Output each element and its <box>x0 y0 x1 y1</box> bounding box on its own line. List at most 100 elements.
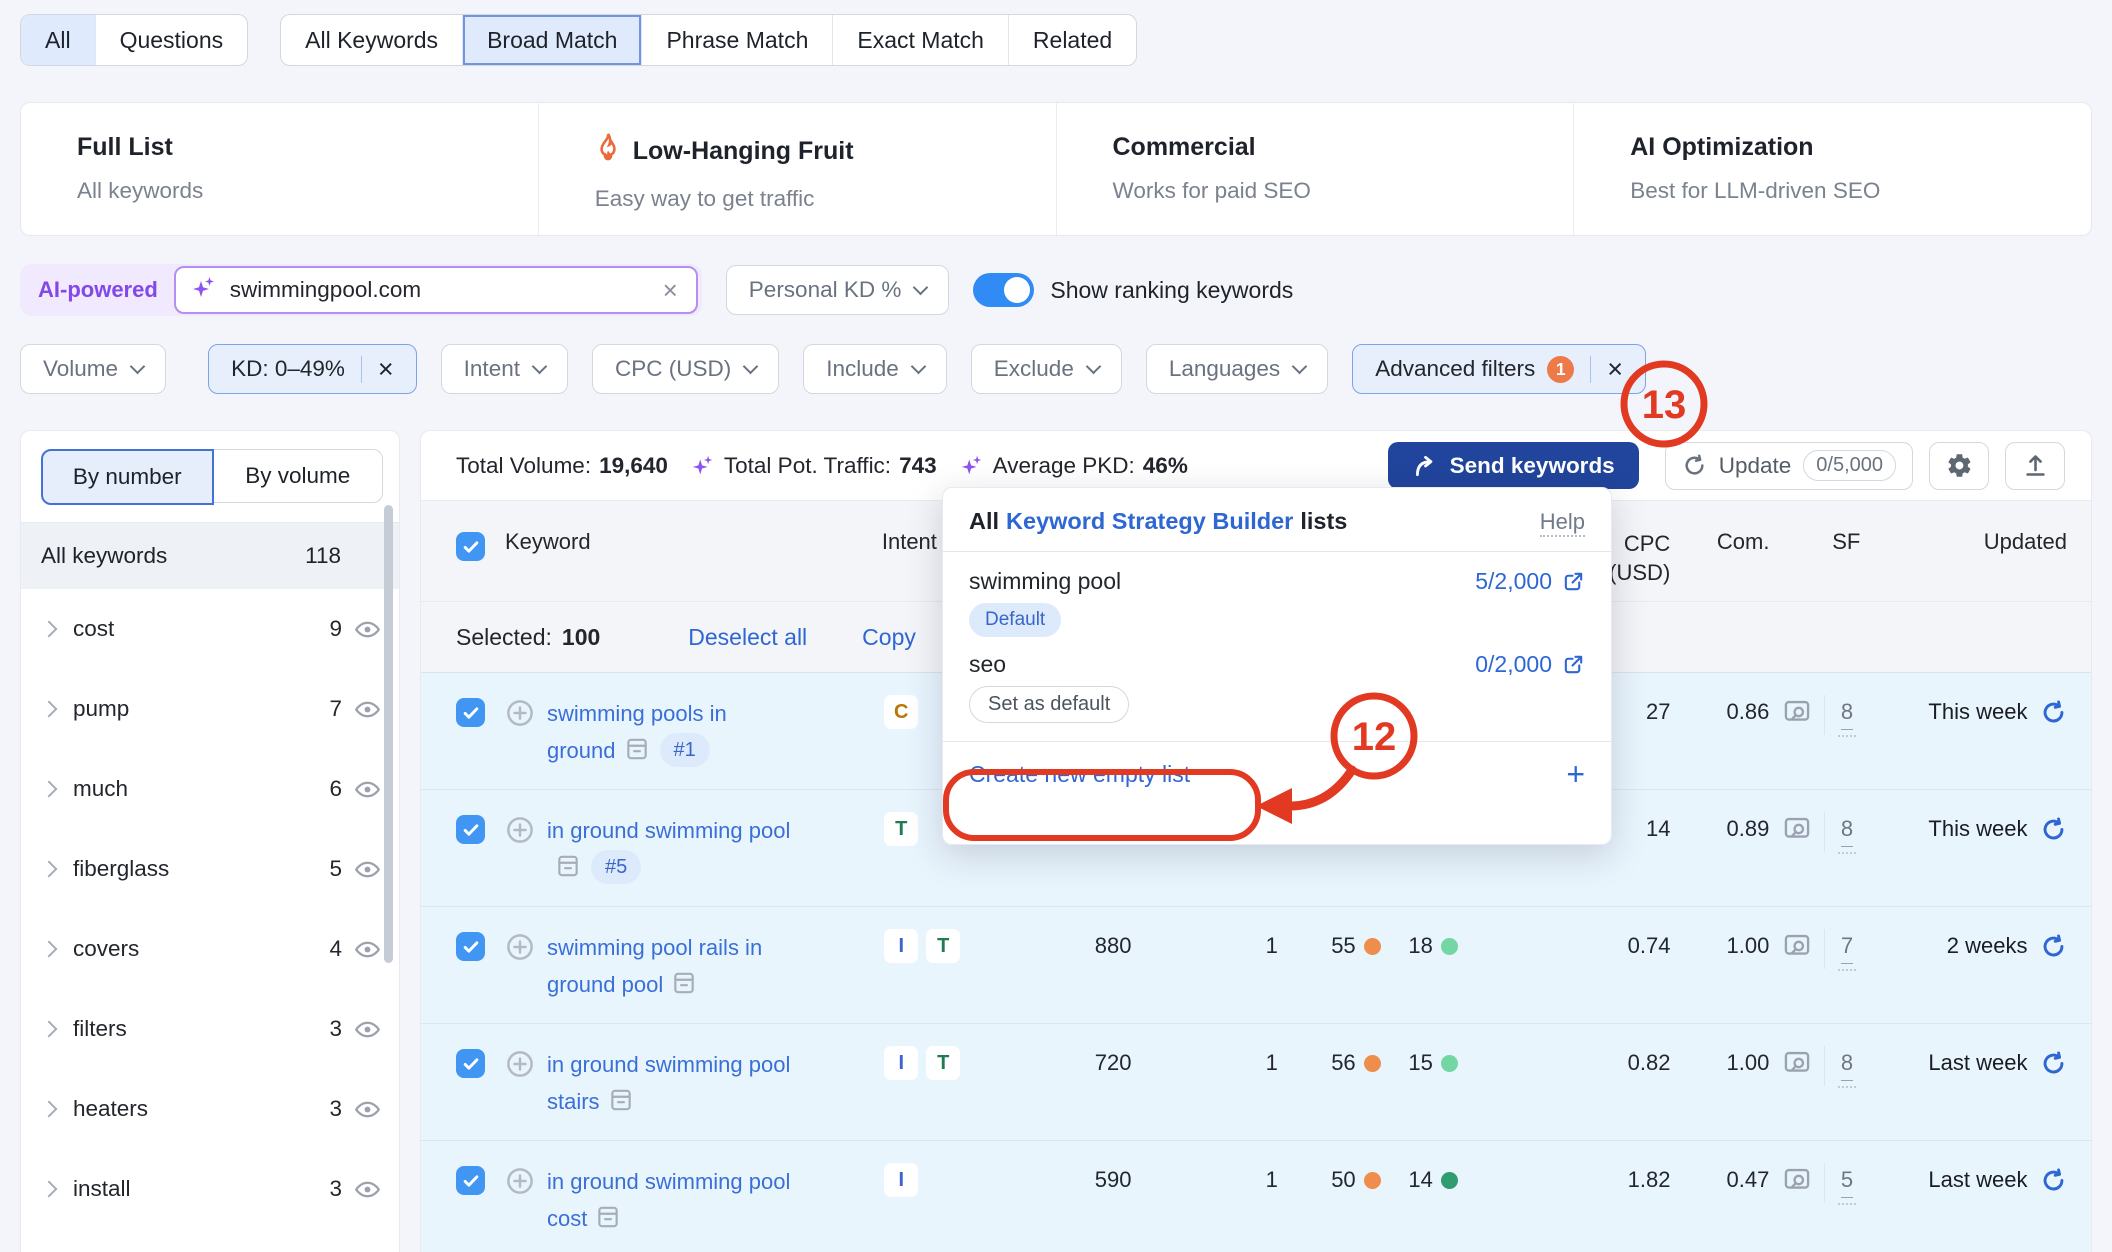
add-to-list-icon[interactable] <box>505 1049 535 1089</box>
list-quota-link[interactable]: 0/2,000 <box>1475 651 1585 678</box>
export-button[interactable] <box>2005 442 2065 490</box>
eye-icon[interactable] <box>354 936 381 963</box>
row-checkbox[interactable] <box>456 1049 485 1078</box>
group-item-fiberglass[interactable]: fiberglass5 <box>21 829 399 909</box>
group-item-covers[interactable]: covers4 <box>21 909 399 989</box>
header-keyword[interactable]: Keyword <box>505 529 882 555</box>
clear-search-icon[interactable]: × <box>659 275 682 306</box>
intent-badge[interactable]: T <box>926 1046 960 1080</box>
tab-all[interactable]: All <box>21 15 95 65</box>
group-item-kit[interactable]: kit3 <box>21 1229 399 1252</box>
eye-icon[interactable] <box>354 1016 381 1043</box>
send-keywords-button[interactable]: Send keywords <box>1388 442 1639 489</box>
card-full-list[interactable]: Full List All keywords <box>21 103 538 235</box>
help-link[interactable]: Help <box>1540 509 1585 537</box>
refresh-row-icon[interactable] <box>2027 695 2067 726</box>
eye-icon[interactable] <box>354 1096 381 1123</box>
sf-value[interactable]: 8 <box>1841 695 1853 730</box>
group-item-install[interactable]: install3 <box>21 1149 399 1229</box>
tab-questions[interactable]: Questions <box>95 15 248 65</box>
row-checkbox[interactable] <box>456 698 485 727</box>
keyword-link[interactable]: in ground swimming pool stairs <box>547 1052 790 1114</box>
row-checkbox[interactable] <box>456 1166 485 1195</box>
header-com[interactable]: Com. <box>1670 529 1769 555</box>
search-input[interactable]: swimmingpool.com × <box>174 266 698 314</box>
intent-badge[interactable]: I <box>884 1046 918 1080</box>
sf-value[interactable]: 8 <box>1841 812 1853 847</box>
filter-volume[interactable]: Volume <box>20 344 166 394</box>
filter-languages[interactable]: Languages <box>1146 344 1328 394</box>
select-all-checkbox[interactable] <box>456 532 485 561</box>
tab-related[interactable]: Related <box>1008 15 1136 65</box>
tab-exact-match[interactable]: Exact Match <box>832 15 1008 65</box>
keyword-link[interactable]: in ground swimming pool cost <box>547 1169 790 1231</box>
tab-by-volume[interactable]: By volume <box>214 449 384 503</box>
update-button[interactable]: Update 0/5,000 <box>1665 442 1913 490</box>
keyword-link[interactable]: swimming pool rails in ground pool <box>547 935 762 997</box>
ksb-link[interactable]: Keyword Strategy Builder <box>1006 508 1293 535</box>
serp-analysis-icon[interactable] <box>1769 1163 1823 1194</box>
serp-card-icon[interactable] <box>624 736 650 773</box>
serp-analysis-icon[interactable] <box>1769 929 1823 960</box>
eye-icon[interactable] <box>354 696 381 723</box>
all-keywords-row[interactable]: All keywords 118 <box>21 523 399 589</box>
list-item[interactable]: seo 0/2,000 <box>969 651 1585 678</box>
filter-intent[interactable]: Intent <box>441 344 568 394</box>
sf-value[interactable]: 7 <box>1841 929 1853 964</box>
add-to-list-icon[interactable] <box>505 932 535 972</box>
eye-icon[interactable] <box>354 856 381 883</box>
serp-analysis-icon[interactable] <box>1769 812 1823 843</box>
group-item-pump[interactable]: pump7 <box>21 669 399 749</box>
serp-analysis-icon[interactable] <box>1769 1046 1823 1077</box>
ranking-keywords-toggle[interactable] <box>973 273 1034 307</box>
card-commercial[interactable]: Commercial Works for paid SEO <box>1056 103 1574 235</box>
group-item-heaters[interactable]: heaters3 <box>21 1069 399 1149</box>
eye-icon[interactable] <box>354 776 381 803</box>
serp-analysis-icon[interactable] <box>1769 695 1823 726</box>
eye-icon[interactable] <box>354 1176 381 1203</box>
refresh-row-icon[interactable] <box>2027 1046 2067 1077</box>
add-to-list-icon[interactable] <box>505 698 535 738</box>
intent-badge[interactable]: T <box>926 929 960 963</box>
create-new-empty-list-link[interactable]: Create new empty list <box>969 761 1190 788</box>
tab-broad-match[interactable]: Broad Match <box>462 15 641 65</box>
add-to-list-icon[interactable] <box>505 1166 535 1206</box>
intent-badge[interactable]: I <box>884 929 918 963</box>
group-item-much[interactable]: much6 <box>21 749 399 829</box>
eye-icon[interactable] <box>354 616 381 643</box>
tab-by-number[interactable]: By number <box>41 449 214 505</box>
group-item-cost[interactable]: cost9 <box>21 589 399 669</box>
remove-advanced-filters-icon[interactable]: × <box>1590 356 1623 383</box>
serp-card-icon[interactable] <box>671 970 697 1007</box>
filter-cpc[interactable]: CPC (USD) <box>592 344 779 394</box>
keyword-link[interactable]: in ground swimming pool <box>547 818 790 843</box>
sf-value[interactable]: 8 <box>1841 1046 1853 1081</box>
intent-badge[interactable]: I <box>884 1163 918 1197</box>
group-item-filters[interactable]: filters3 <box>21 989 399 1069</box>
row-checkbox[interactable] <box>456 932 485 961</box>
sf-value[interactable]: 5 <box>1841 1163 1853 1198</box>
card-low-hanging-fruit[interactable]: Low-Hanging Fruit Easy way to get traffi… <box>538 103 1056 235</box>
filter-kd[interactable]: KD: 0–49%× <box>208 344 417 394</box>
row-checkbox[interactable] <box>456 815 485 844</box>
list-item[interactable]: swimming pool 5/2,000 <box>969 568 1585 595</box>
deselect-all-link[interactable]: Deselect all <box>688 624 807 651</box>
set-as-default-button[interactable]: Set as default <box>969 686 1129 723</box>
refresh-row-icon[interactable] <box>2027 929 2067 960</box>
card-ai-optimization[interactable]: AI Optimization Best for LLM-driven SEO <box>1573 103 2091 235</box>
serp-card-icon[interactable] <box>555 853 581 890</box>
add-to-list-icon[interactable] <box>505 815 535 855</box>
personal-kd-select[interactable]: Personal KD % <box>726 265 950 315</box>
filter-include[interactable]: Include <box>803 344 947 394</box>
filter-exclude[interactable]: Exclude <box>971 344 1122 394</box>
filter-advanced[interactable]: Advanced filters 1 × <box>1352 344 1646 394</box>
list-quota-link[interactable]: 5/2,000 <box>1475 568 1585 595</box>
sidebar-scrollbar[interactable] <box>384 505 393 963</box>
tab-all-keywords[interactable]: All Keywords <box>281 15 462 65</box>
settings-button[interactable] <box>1929 442 1989 490</box>
remove-kd-filter-icon[interactable]: × <box>361 356 394 383</box>
copy-link[interactable]: Copy <box>862 624 916 651</box>
add-list-icon[interactable]: + <box>1566 759 1585 789</box>
refresh-row-icon[interactable] <box>2027 1163 2067 1194</box>
refresh-row-icon[interactable] <box>2027 812 2067 843</box>
